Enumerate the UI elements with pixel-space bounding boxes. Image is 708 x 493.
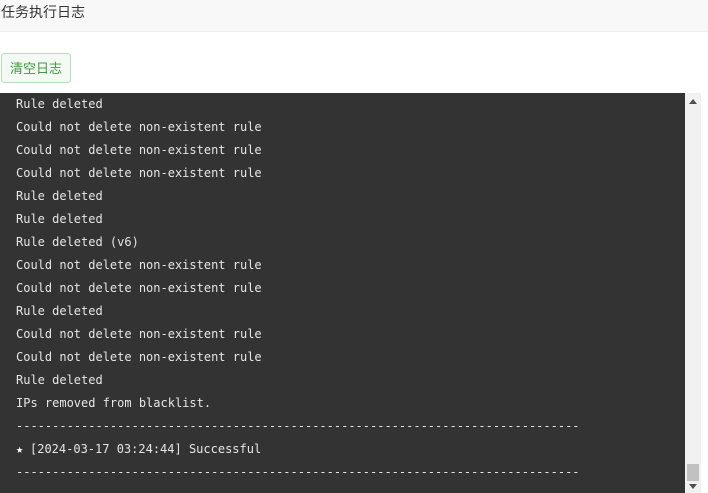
log-line-text: Rule deleted: [16, 304, 103, 318]
log-line-text: [2024-03-17 03:24:44] Successful: [30, 442, 262, 456]
scroll-thumb[interactable]: [687, 464, 699, 481]
log-line-text: ----------------------------------------…: [16, 419, 580, 433]
log-line: Rule deleted (v6): [16, 231, 580, 254]
log-line: Rule deleted: [16, 300, 580, 323]
log-line-text: Could not delete non-existent rule: [16, 120, 262, 134]
log-line: Could not delete non-existent rule: [16, 346, 580, 369]
log-line: Could not delete non-existent rule: [16, 162, 580, 185]
log-line-text: Rule deleted: [16, 373, 103, 387]
log-line-text: ----------------------------------------…: [16, 465, 580, 479]
log-line-text: IPs removed from blacklist.: [16, 396, 212, 410]
log-line: ----------------------------------------…: [16, 415, 580, 438]
star-icon: ★: [16, 442, 24, 456]
log-line: IPs removed from blacklist.: [16, 392, 580, 415]
log-line: ----------------------------------------…: [16, 461, 580, 484]
log-line: Rule deleted: [16, 185, 580, 208]
page-header: 任务执行日志: [0, 0, 708, 32]
log-line-text: Rule deleted: [16, 212, 103, 226]
log-line-text: Rule deleted: [16, 97, 103, 111]
page-title: 任务执行日志: [1, 4, 85, 20]
log-line-text: Rule deleted: [16, 189, 103, 203]
log-line: Rule deleted: [16, 208, 580, 231]
log-line-text: Could not delete non-existent rule: [16, 327, 262, 341]
log-console[interactable]: Rule deleted Could not delete non-existen…: [0, 93, 685, 493]
log-panel: Rule deleted Could not delete non-existen…: [0, 93, 701, 493]
log-line: Could not delete non-existent rule: [16, 323, 580, 346]
log-line-text: Could not delete non-existent rule: [16, 166, 262, 180]
log-line: Could not delete non-existent rule: [16, 139, 580, 162]
log-line: ★ [2024-03-17 03:24:44] Successful: [16, 438, 580, 461]
scroll-up-arrow-icon[interactable]: [685, 95, 701, 107]
log-line: Could not delete non-existent rule: [16, 254, 580, 277]
log-line-text: Could not delete non-existent rule: [16, 143, 262, 157]
log-scrollbar[interactable]: [685, 93, 701, 493]
scroll-down-arrow-icon[interactable]: [685, 481, 701, 493]
log-line: Could not delete non-existent rule: [16, 277, 580, 300]
log-line: Rule deleted: [16, 369, 580, 392]
log-line-text: Could not delete non-existent rule: [16, 281, 262, 295]
log-line-text: Could not delete non-existent rule: [16, 258, 262, 272]
clear-log-button[interactable]: 清空日志: [1, 53, 71, 83]
log-line: Rule deleted: [16, 93, 580, 116]
log-line-text: Rule deleted (v6): [16, 235, 139, 249]
log-line-text: Could not delete non-existent rule: [16, 350, 262, 364]
log-lines: Rule deleted Could not delete non-existen…: [16, 93, 580, 484]
log-line: Could not delete non-existent rule: [16, 116, 580, 139]
